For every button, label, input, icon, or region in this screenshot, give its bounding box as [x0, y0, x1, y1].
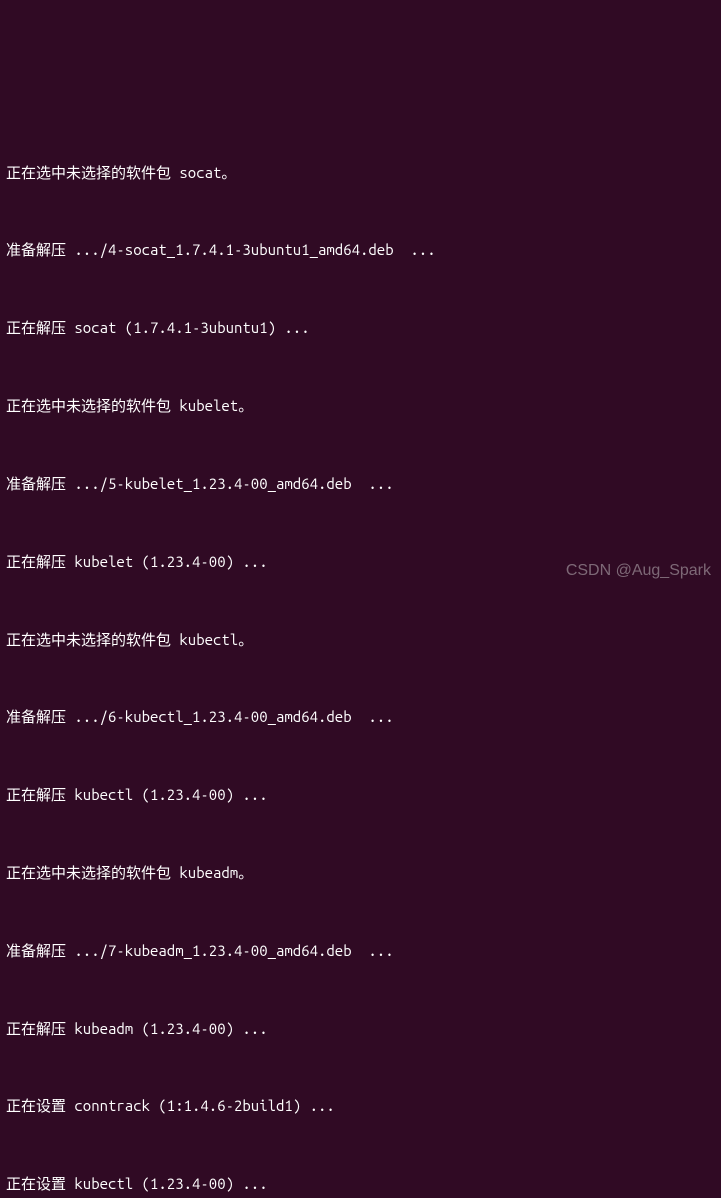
terminal-line: 准备解压 .../4-socat_1.7.4.1-3ubuntu1_amd64.…	[6, 237, 715, 263]
terminal-line: 正在选中未选择的软件包 kubeadm。	[6, 860, 715, 886]
terminal-line: 正在选中未选择的软件包 socat。	[6, 160, 715, 186]
terminal-line: 正在解压 kubelet (1.23.4-00) ...	[6, 549, 715, 575]
terminal-line: 正在设置 kubectl (1.23.4-00) ...	[6, 1171, 715, 1197]
terminal-line: 准备解压 .../6-kubectl_1.23.4-00_amd64.deb .…	[6, 704, 715, 730]
terminal-line: 正在选中未选择的软件包 kubelet。	[6, 393, 715, 419]
terminal-line: 正在选中未选择的软件包 kubectl。	[6, 627, 715, 653]
terminal-line: 正在解压 kubectl (1.23.4-00) ...	[6, 782, 715, 808]
terminal-line: 正在解压 kubeadm (1.23.4-00) ...	[6, 1016, 715, 1042]
terminal-line: 正在设置 conntrack (1:1.4.6-2build1) ...	[6, 1093, 715, 1119]
terminal-line: 准备解压 .../5-kubelet_1.23.4-00_amd64.deb .…	[6, 471, 715, 497]
terminal-line: 正在解压 socat (1.7.4.1-3ubuntu1) ...	[6, 315, 715, 341]
terminal-line: 准备解压 .../7-kubeadm_1.23.4-00_amd64.deb .…	[6, 938, 715, 964]
terminal-output: 正在选中未选择的软件包 socat。 准备解压 .../4-socat_1.7.…	[6, 108, 715, 1198]
